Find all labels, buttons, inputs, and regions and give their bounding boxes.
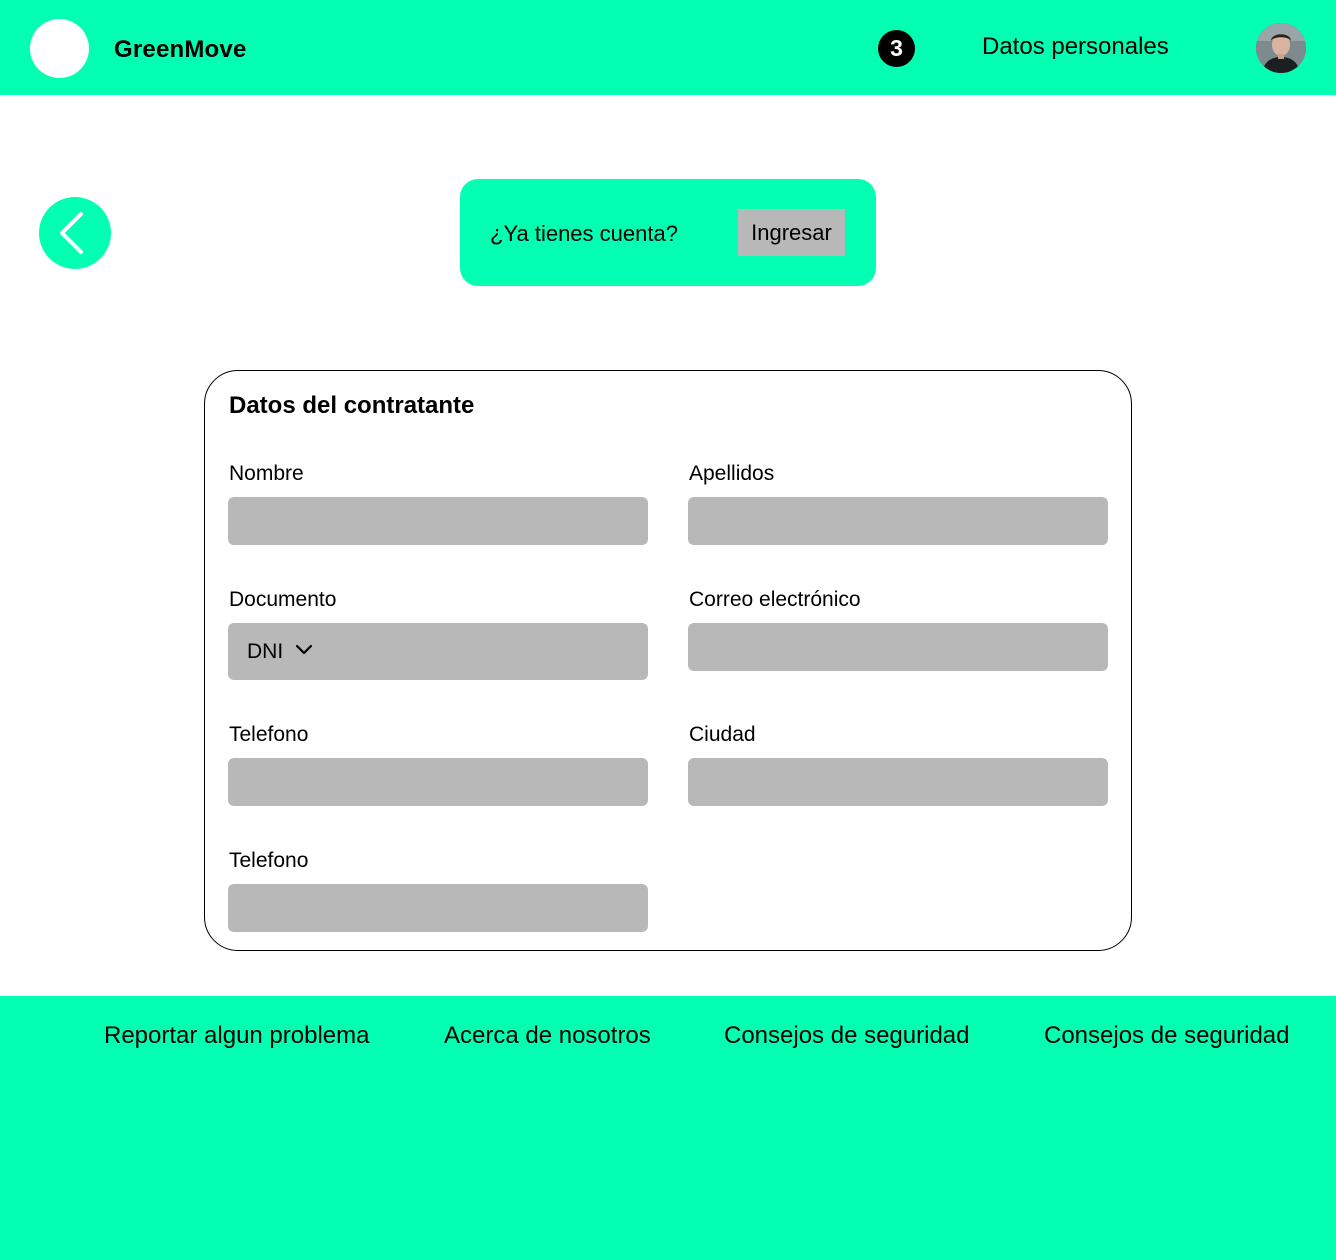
apellidos-label: Apellidos [689,462,775,485]
documento-select[interactable]: DNI [228,623,648,680]
avatar[interactable] [1256,23,1306,73]
correo-label: Correo electrónico [689,588,861,611]
ciudad-input[interactable] [688,758,1108,806]
footer: Reportar algun problema Acerca de nosotr… [0,996,1336,1260]
step-badge: 3 [878,30,915,67]
nombre-input[interactable] [228,497,648,545]
chevron-left-icon [60,212,83,254]
footer-link-report-problem[interactable]: Reportar algun problema [104,1022,370,1050]
telefono-input[interactable] [228,758,648,806]
login-banner: ¿Ya tienes cuenta? Ingresar [460,179,876,286]
avatar-image [1256,23,1306,73]
footer-link-about-us[interactable]: Acerca de nosotros [444,1022,651,1050]
form-title: Datos del contratante [229,392,475,419]
documento-label: Documento [229,588,337,611]
chevron-down-icon [295,644,313,655]
telefono2-label: Telefono [229,849,309,872]
telefono-label: Telefono [229,723,309,746]
footer-link-safety-tips-2[interactable]: Consejos de seguridad [1044,1022,1290,1050]
page-title: Datos personales [982,33,1169,60]
nombre-label: Nombre [229,462,304,485]
footer-link-safety-tips[interactable]: Consejos de seguridad [724,1022,970,1050]
logo[interactable] [30,19,89,78]
brand-name[interactable]: GreenMove [114,36,247,64]
login-button[interactable]: Ingresar [738,209,845,256]
correo-input[interactable] [688,623,1108,671]
login-question: ¿Ya tienes cuenta? [490,221,678,246]
contractor-form: Datos del contratante Nombre Apellidos D… [204,370,1132,951]
back-button[interactable] [39,197,111,269]
ciudad-label: Ciudad [689,723,756,746]
documento-selected-value: DNI [247,640,284,663]
apellidos-input[interactable] [688,497,1108,545]
telefono2-input[interactable] [228,884,648,932]
top-header: GreenMove 3 Datos personales [0,0,1336,95]
